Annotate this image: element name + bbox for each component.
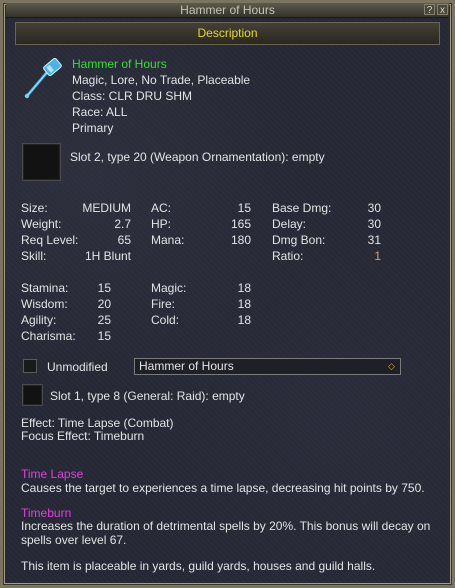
stat-reqlevel-value: 65 [117, 233, 131, 247]
stat-reqlevel-label: Req Level: [21, 233, 79, 247]
stat-ratio-value: 1 [374, 249, 381, 263]
stat-mana-label: Mana: [151, 233, 185, 247]
item-display-window: Hammer of Hours ? x Description Hammer o… [0, 0, 455, 588]
attr-charisma-label: Charisma: [21, 329, 76, 343]
stat-ac-label: AC: [151, 201, 172, 215]
hammer-icon [21, 57, 67, 102]
help-button[interactable]: ? [424, 4, 435, 16]
stat-ac-value: 15 [237, 201, 251, 215]
dropdown-arrow-icon[interactable]: ◇ [386, 361, 397, 372]
close-button[interactable]: x [437, 4, 448, 16]
unmodified-label: Unmodified [47, 360, 108, 374]
resist-fire-label: Fire: [151, 297, 175, 311]
unmodified-checkbox[interactable] [23, 359, 37, 373]
resist-fire-value: 18 [237, 297, 251, 311]
item-race: Race: ALL [72, 105, 128, 119]
stat-dmgbon-label: Dmg Bon: [272, 233, 326, 247]
attr-wisdom-label: Wisdom: [21, 297, 68, 311]
stat-basedmg-value: 30 [367, 201, 381, 215]
attr-stamina-label: Stamina: [21, 281, 69, 295]
stat-ratio-label: Ratio: [272, 249, 304, 263]
window-title: Hammer of Hours [180, 3, 275, 17]
resist-magic-value: 18 [237, 281, 251, 295]
attr-agility-label: Agility: [21, 313, 57, 327]
stat-skill-label: Skill: [21, 249, 47, 263]
spell-description: Causes the target to experiences a time … [21, 481, 425, 495]
item-class: Class: CLR DRU SHM [72, 89, 193, 103]
stat-delay-label: Delay: [272, 217, 307, 231]
resist-cold-label: Cold: [151, 313, 180, 327]
item-flags: Magic, Lore, No Trade, Placeable [72, 73, 251, 87]
title-bar[interactable]: Hammer of Hours ? x [6, 3, 449, 18]
stat-size-label: Size: [21, 201, 48, 215]
ornament-slot-text: Slot 2, type 20 (Weapon Ornamentation): … [70, 150, 325, 164]
stat-delay-value: 30 [367, 217, 381, 231]
item-slot: Primary [72, 121, 114, 135]
placeable-note: This item is placeable in yards, guild y… [21, 559, 376, 573]
aug-slot-box[interactable] [22, 384, 43, 406]
focus-description: Increases the duration of detrimental sp… [21, 519, 431, 547]
stat-dmgbon-value: 31 [367, 233, 381, 247]
ornament-slot-box[interactable] [22, 143, 61, 181]
focus-effect-line: Focus Effect: Timeburn [21, 429, 145, 443]
resist-magic-label: Magic: [151, 281, 187, 295]
stat-hp-label: HP: [151, 217, 172, 231]
stat-weight-value: 2.7 [114, 217, 131, 231]
resist-cold-value: 18 [237, 313, 251, 327]
stat-mana-value: 180 [230, 233, 251, 247]
attr-charisma-value: 15 [97, 329, 111, 343]
appearance-select-value: Hammer of Hours [139, 359, 234, 373]
tab-description[interactable]: Description [15, 22, 440, 45]
attr-wisdom-value: 20 [97, 297, 111, 311]
stat-weight-label: Weight: [21, 217, 62, 231]
stat-hp-value: 165 [230, 217, 251, 231]
aug-slot-text: Slot 1, type 8 (General: Raid): empty [50, 389, 245, 403]
attr-stamina-value: 15 [97, 281, 111, 295]
item-name: Hammer of Hours [72, 57, 167, 71]
tab-label: Description [197, 26, 258, 40]
stat-basedmg-label: Base Dmg: [272, 201, 332, 215]
appearance-select[interactable]: Hammer of Hours ◇ [134, 358, 401, 375]
stat-skill-value: 1H Blunt [84, 249, 131, 263]
stat-size-value: MEDIUM [82, 201, 131, 215]
attr-agility-value: 25 [97, 313, 111, 327]
